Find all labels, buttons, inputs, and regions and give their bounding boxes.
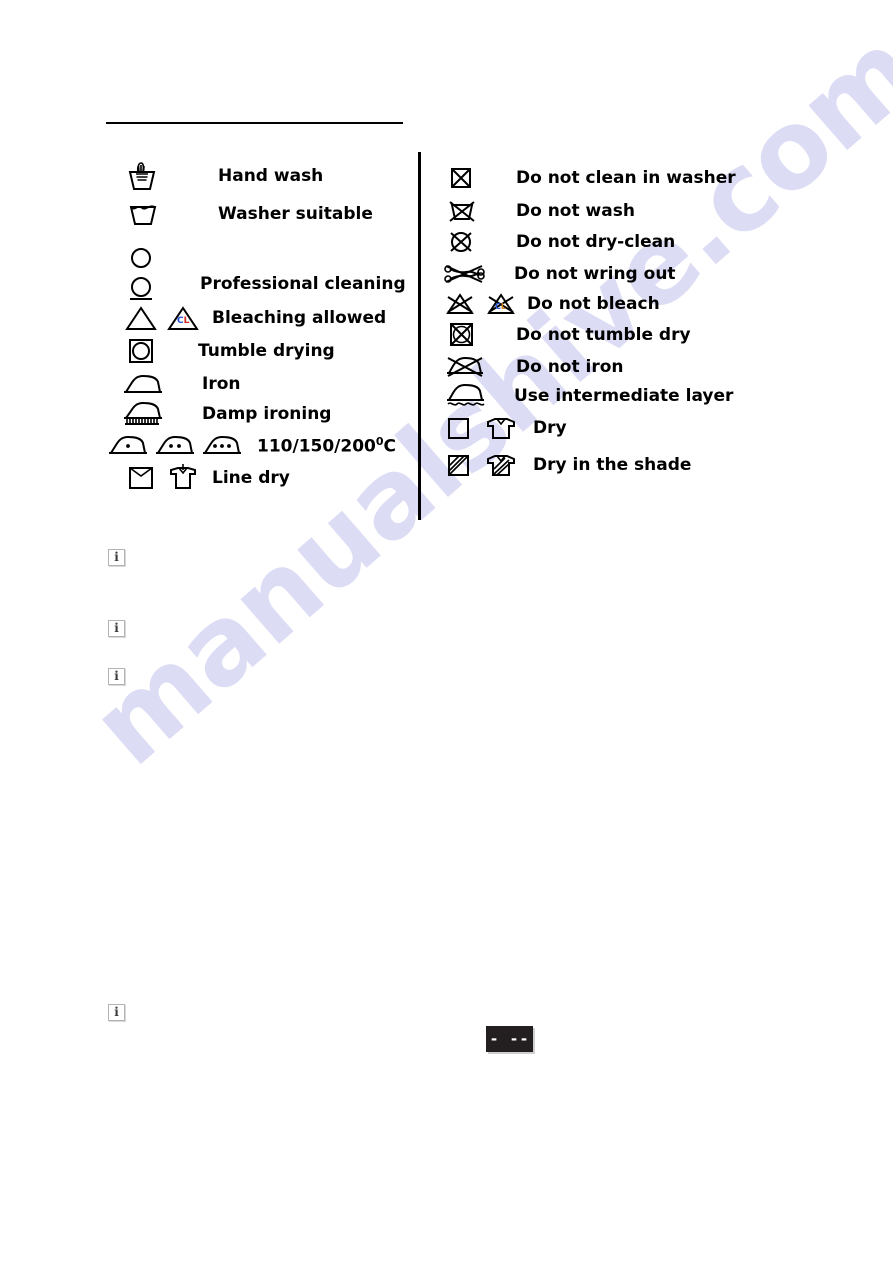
no-dry-clean-icon [446,229,476,255]
triangle-cl-icon: CL [166,305,200,331]
line-dry-square-icon [126,464,156,492]
circle-icon [128,246,154,270]
care-symbol-label: Do not dry-clean [516,231,676,252]
care-symbol-label: Professional cleaning [200,274,406,294]
no-bleach-cl-icon: CL [485,291,517,317]
no-bleach-icon [444,291,476,317]
dash-indicator-badge: - -- [486,1026,533,1052]
damp-iron-icon [122,400,166,428]
no-wring-icon [442,261,486,287]
no-iron-icon [444,354,486,380]
shade-square-icon [445,452,471,478]
dry-square-icon [445,415,471,441]
temperature-degree: 0 [375,435,384,449]
temperature-unit: C [383,436,397,457]
no-machine-wash-icon [446,165,474,191]
care-symbol-label: Use intermediate layer [514,385,734,406]
care-symbol-label: Do not wash [516,200,635,221]
column-divider [418,152,421,520]
dry-shirt-icon [483,415,519,441]
no-tumble-dry-icon [446,320,476,350]
iron-two-dots-icon [153,434,197,458]
info-note-icon: i [108,549,125,566]
care-symbol-label: Damp ironing [202,403,332,424]
temperature-value: 110/150/200 [257,436,376,457]
care-symbol-label: Dry [533,417,567,438]
info-note-icon: i [108,668,125,685]
info-glyph: i [114,669,119,683]
line-dry-shirt-icon [166,464,200,492]
dash-indicator-text: - -- [489,1029,530,1048]
care-symbol-label: Tumble drying [198,340,335,361]
temperature-label: 110/150/2000C [257,436,396,456]
care-symbol-label: Bleaching allowed [212,307,387,328]
care-symbol-label: Do not bleach [527,293,660,314]
document-page: manualshive.com Hand wash Washer suitabl… [0,0,893,1263]
iron-icon [122,372,164,396]
care-symbol-label: Do not iron [516,356,624,377]
care-symbol-label: Do not wring out [514,263,676,284]
intermediate-layer-icon [444,382,488,410]
care-symbol-label: Washer suitable [218,203,373,224]
iron-one-dot-icon [106,434,150,458]
care-symbol-label: Line dry [212,467,290,488]
info-glyph: i [114,550,119,564]
header-rule [106,122,403,124]
triangle-icon [124,305,158,331]
shade-shirt-icon [483,452,519,478]
care-symbol-label: Do not tumble dry [516,324,691,345]
info-glyph: i [114,621,119,635]
iron-three-dots-icon [200,434,244,458]
info-glyph: i [114,1005,119,1019]
care-symbol-label: Hand wash [218,165,324,186]
no-wash-icon [446,198,478,224]
info-note-icon: i [108,1004,125,1021]
washtub-icon [123,201,163,227]
care-symbol-label: Iron [202,373,241,394]
care-symbol-label: Dry in the shade [533,454,692,475]
circle-underline-icon [128,276,156,304]
watermark: manualshive.com [50,8,893,950]
info-note-icon: i [108,620,125,637]
hand-wash-icon [122,160,162,192]
tumble-dry-icon [126,337,156,365]
care-symbol-label: Do not clean in washer [516,167,736,188]
